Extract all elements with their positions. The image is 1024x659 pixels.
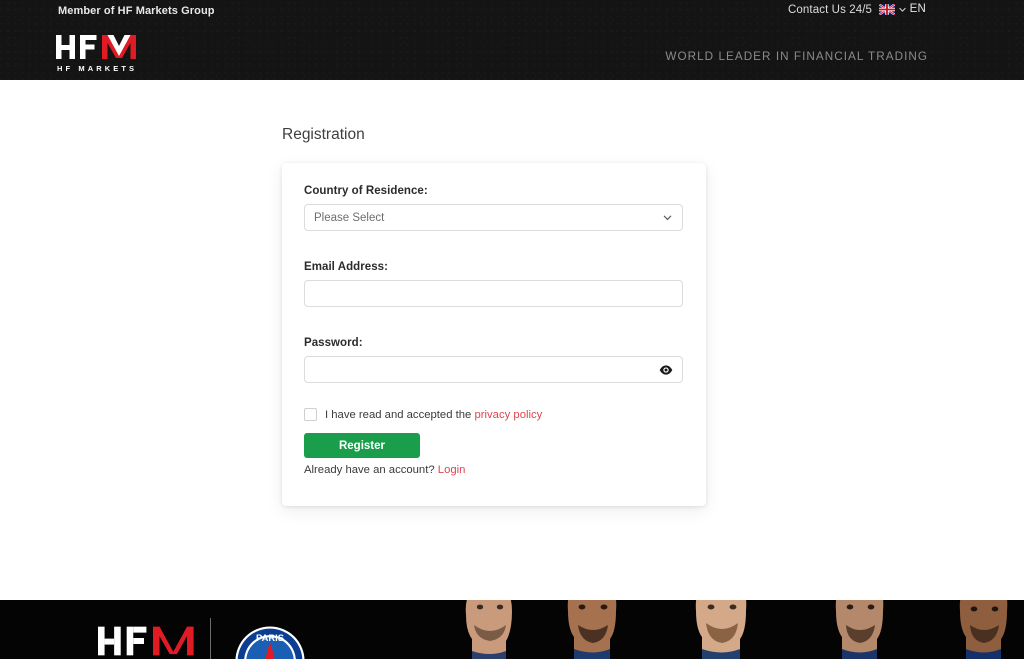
email-field: Email Address: bbox=[304, 261, 683, 307]
login-prompt-text: Already have an account? bbox=[304, 464, 438, 476]
login-link[interactable]: Login bbox=[438, 464, 466, 476]
player-photo-3 bbox=[695, 600, 747, 659]
partnership-banner: HF MARKETS PARIS bbox=[0, 600, 1024, 659]
privacy-consent-row: I have read and accepted the privacy pol… bbox=[304, 408, 542, 421]
country-select[interactable]: Please Select bbox=[304, 204, 683, 231]
psg-crest-label: PARIS bbox=[256, 633, 284, 643]
privacy-policy-link[interactable]: privacy policy bbox=[474, 409, 542, 421]
email-input[interactable] bbox=[314, 281, 673, 306]
site-header: Member of HF Markets Group Contact Us 24… bbox=[0, 0, 1024, 80]
eye-icon[interactable] bbox=[659, 364, 673, 375]
consent-label: I have read and accepted the bbox=[325, 408, 475, 421]
login-prompt: Already have an account? Login bbox=[304, 464, 465, 476]
country-field: Country of Residence: Please Select bbox=[304, 185, 683, 231]
chevron-down-icon bbox=[898, 7, 906, 12]
hfm-logo-icon bbox=[98, 626, 194, 656]
player-photo-5 bbox=[959, 600, 1008, 659]
language-code: EN bbox=[909, 3, 926, 15]
privacy-policy-checkbox[interactable] bbox=[304, 408, 317, 421]
password-input-wrap[interactable] bbox=[304, 356, 683, 383]
register-button[interactable]: Register bbox=[304, 433, 420, 458]
email-input-wrap[interactable] bbox=[304, 280, 683, 307]
page-title: Registration bbox=[282, 126, 365, 143]
player-photo-2 bbox=[567, 600, 617, 659]
player-photo-4 bbox=[835, 600, 884, 659]
hfm-logo-icon bbox=[56, 35, 136, 59]
registration-page: Member of HF Markets Group Contact Us 24… bbox=[0, 0, 1024, 659]
country-selected-value: Please Select bbox=[314, 211, 385, 224]
banner-hfm-logo: HF MARKETS bbox=[98, 624, 196, 659]
consent-text: I have read and accepted the privacy pol… bbox=[325, 409, 542, 421]
header-tagline: WORLD LEADER IN FINANCIAL TRADING bbox=[665, 50, 928, 63]
registration-card: Country of Residence: Please Select Emai… bbox=[282, 163, 706, 506]
main-content: Registration Country of Residence: Pleas… bbox=[0, 80, 1024, 600]
player-photo-1 bbox=[465, 600, 512, 659]
banner-divider bbox=[210, 618, 211, 659]
language-switcher[interactable]: EN bbox=[878, 3, 926, 15]
contact-us-link[interactable]: Contact Us 24/5 bbox=[788, 4, 872, 16]
email-label: Email Address: bbox=[304, 261, 388, 273]
chevron-down-icon bbox=[663, 215, 672, 221]
hfm-logo-subtext: HF MARKETS bbox=[57, 64, 138, 73]
psg-crest-icon: PARIS bbox=[235, 626, 305, 659]
password-input[interactable] bbox=[314, 357, 673, 382]
password-field: Password: bbox=[304, 337, 683, 383]
country-label: Country of Residence: bbox=[304, 185, 428, 197]
hfm-logo[interactable]: HF MARKETS bbox=[56, 33, 138, 73]
eye-icon-glyph bbox=[659, 364, 673, 375]
player-photos bbox=[440, 600, 1024, 659]
uk-flag-icon bbox=[878, 3, 895, 15]
member-of-text: Member of HF Markets Group bbox=[58, 5, 215, 17]
password-label: Password: bbox=[304, 337, 363, 349]
